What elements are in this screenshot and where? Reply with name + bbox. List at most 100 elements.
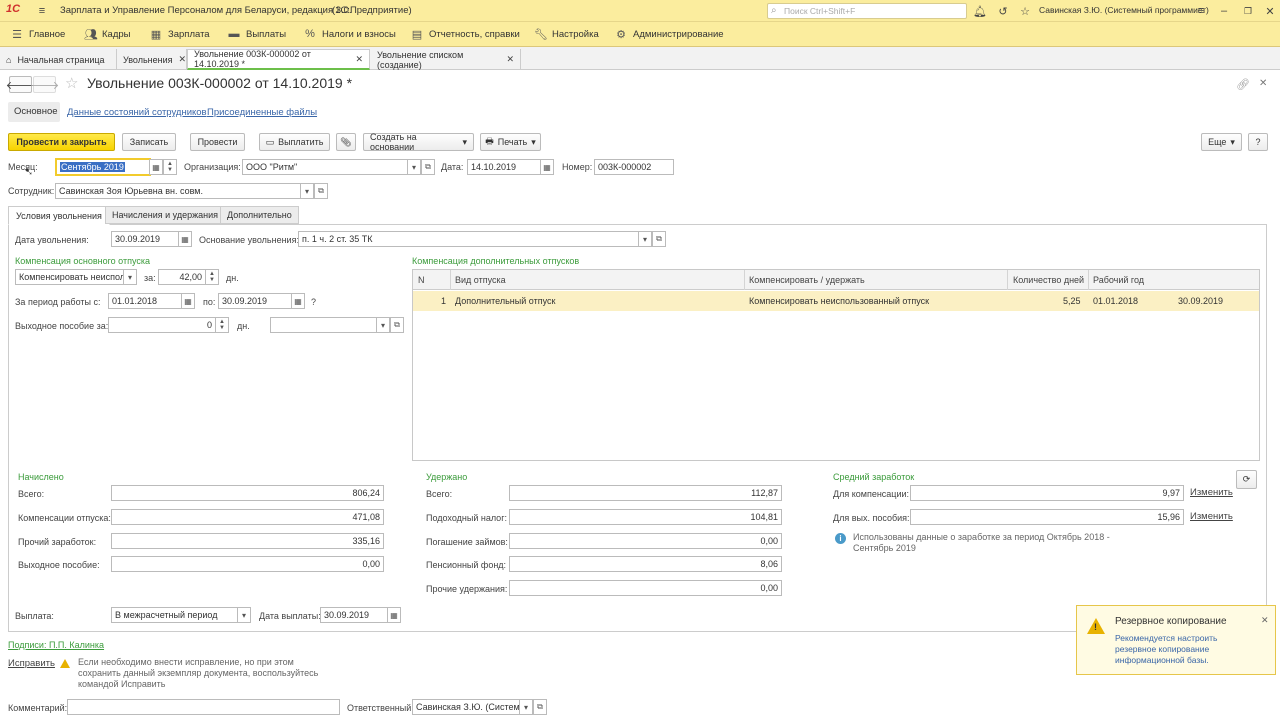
subnav-main[interactable]: Основное [8,102,60,122]
dropdown-arrow-icon[interactable]: ▾ [237,607,251,623]
notification-text[interactable]: Рекомендуется настроить резервное копиро… [1115,633,1245,666]
change-severance-link[interactable]: Изменить [1190,511,1233,522]
close-form-icon[interactable]: ✕ [1259,78,1267,89]
organization-input[interactable]: ООО "Ритм" [242,159,408,175]
menu-admin[interactable]: ⚙ Администрирование [615,28,724,41]
refresh-button[interactable]: ⟳ [1236,470,1257,489]
print-button[interactable]: 🖶︎ Печать ▾ [480,133,541,151]
open-link-icon[interactable]: ⧉ [533,699,547,715]
calendar-icon[interactable]: ▦ [178,231,192,247]
open-link-icon[interactable]: ⧉ [314,183,328,199]
menu-settings[interactable]: 🔧︎ Настройка [534,28,599,41]
backup-notification[interactable]: ! Резервное копирование Рекомендуется на… [1076,605,1276,675]
severance-spinner[interactable]: ▲ ▼ [215,317,229,333]
hamburger-icon[interactable]: ≡ [34,3,50,19]
close-tab-icon[interactable]: ✕ [506,54,514,65]
tab-dismissal-conditions[interactable]: Условия увольнения [8,206,110,225]
change-comp-link[interactable]: Изменить [1190,487,1233,498]
tab-additional[interactable]: Дополнительно [220,206,299,224]
history-icon[interactable]: ↺ [995,3,1011,19]
post-and-close-button[interactable]: Провести и закрыть [8,133,115,151]
tab-dismissal-doc[interactable]: Увольнение 003К-000002 от 14.10.2019 * ✕ [187,49,370,70]
days-spinner[interactable]: ▲ ▼ [205,269,219,285]
calendar-icon[interactable]: ▦ [387,607,401,623]
tab-home[interactable]: ⌂ Начальная страница [0,49,117,70]
col-days[interactable]: Количество дней [1013,275,1084,285]
open-link-icon[interactable]: ⧉ [652,231,666,247]
menu-personnel[interactable]: 👥︎ Кадры [84,28,130,41]
col-year[interactable]: Рабочий год [1093,275,1144,285]
dropdown-arrow-icon[interactable]: ▾ [638,231,652,247]
dropdown-arrow-icon[interactable]: ▾ [376,317,390,333]
current-user[interactable]: Савинская З.Ю. (Системный программист) [1039,5,1209,15]
forward-button[interactable]: 🡒 [30,76,59,93]
number-input[interactable]: 003К-000002 [594,159,674,175]
payment-select[interactable]: В межрасчетный период [111,607,238,623]
open-link-icon[interactable]: ⧉ [390,317,404,333]
table-row[interactable]: 1 Дополнительный отпуск Компенсировать н… [413,291,1259,311]
favorite-star-icon[interactable]: ☆ [65,74,78,92]
col-n[interactable]: N [418,275,425,285]
dismissal-date-input[interactable]: 30.09.2019 [111,231,179,247]
close-notification-icon[interactable]: ✕ [1261,615,1269,626]
col-action[interactable]: Компенсировать / удержать [749,275,865,285]
comment-input[interactable] [67,699,340,715]
tab-dismissal-list[interactable]: Увольнение списком (создание) ✕ [371,49,521,70]
menu-main[interactable]: ☰ Главное [11,28,65,41]
back-button[interactable]: 🡐 [6,76,35,93]
correct-link[interactable]: Исправить [8,658,55,669]
close-tab-icon[interactable]: ✕ [355,54,363,65]
post-button[interactable]: Провести [190,133,245,151]
dropdown-arrow-icon[interactable]: ▾ [300,183,314,199]
month-input[interactable]: Сентябрь 2019 [55,158,151,176]
tab-dismissals[interactable]: Увольнения ✕ [117,49,187,70]
calendar-icon[interactable]: ▦ [540,159,554,175]
minimize-icon[interactable]: – [1216,3,1232,19]
subnav-attached-files[interactable]: Присоединенные файлы [207,107,317,118]
menu-salary[interactable]: ▦ Зарплата [150,28,210,41]
comp-days-input[interactable]: 42,00 [158,269,206,285]
tab-accruals-deductions[interactable]: Начисления и удержания [105,206,226,224]
month-spinner[interactable]: ▲ ▼ [163,159,177,175]
menu-reports[interactable]: ▤ Отчетность, справки [411,28,520,41]
period-to-input[interactable]: 30.09.2019 [218,293,292,309]
col-kind[interactable]: Вид отпуска [455,275,506,285]
signatures-link[interactable]: Подписи: П.П. Калинка [8,640,104,650]
menu-payments[interactable]: ▬ Выплаты [228,28,287,40]
calendar-icon[interactable]: ▦ [181,293,195,309]
menu-taxes[interactable]: % Налоги и взносы [304,28,396,40]
global-search-input[interactable]: ⌕ Поиск Ctrl+Shift+F [767,3,967,19]
pay-button[interactable]: ▭ Выплатить [259,133,330,151]
severance-days-input[interactable]: 0 [108,317,216,333]
payment-date-input[interactable]: 30.09.2019 [320,607,388,623]
open-link-icon[interactable]: ⧉ [421,159,435,175]
calendar-icon[interactable]: ▦ [291,293,305,309]
basis-input[interactable]: п. 1 ч. 2 ст. 35 ТК [298,231,639,247]
dropdown-arrow-icon[interactable]: ▾ [123,269,137,285]
date-input[interactable]: 14.10.2019 [467,159,541,175]
printer-icon: 🖶︎ [485,136,494,146]
subnav-employee-states[interactable]: Данные состояний сотрудников [67,107,207,118]
bell-icon[interactable]: 🔔︎ [972,3,988,19]
create-based-on-button[interactable]: Создать на основании ▾ [363,132,474,152]
calendar-icon[interactable]: ▦ [149,159,163,175]
employee-input[interactable]: Савинская Зоя Юрьевна вн. совм. [55,183,301,199]
extra-comp-table[interactable]: N Вид отпуска Компенсировать / удержать … [412,269,1260,461]
dropdown-arrow-icon[interactable]: ▾ [519,699,533,715]
severance-select[interactable] [270,317,377,333]
help-button[interactable]: ? [1248,133,1268,151]
favorites-star-icon[interactable]: ☆ [1017,3,1033,19]
restore-icon[interactable]: ❐ [1240,3,1256,19]
attach-button[interactable]: 📎︎ [336,133,356,151]
more-button[interactable]: Еще ▾ [1201,133,1242,151]
dropdown-arrow-icon[interactable]: ▾ [407,159,421,175]
close-tab-icon[interactable]: ✕ [179,54,187,65]
responsible-input[interactable]: Савинская З.Ю. (Системный программист) [412,699,520,715]
settings-lines-icon[interactable]: ≡ [1193,3,1209,19]
save-button[interactable]: Записать [122,133,176,151]
comp-mode-select[interactable]: Компенсировать неиспользованный [15,269,124,285]
period-from-input[interactable]: 01.01.2018 [108,293,182,309]
link-icon[interactable]: 🔗︎ [1236,78,1250,91]
period-help-link[interactable]: ? [311,297,316,307]
close-window-icon[interactable]: ✕ [1262,3,1278,19]
